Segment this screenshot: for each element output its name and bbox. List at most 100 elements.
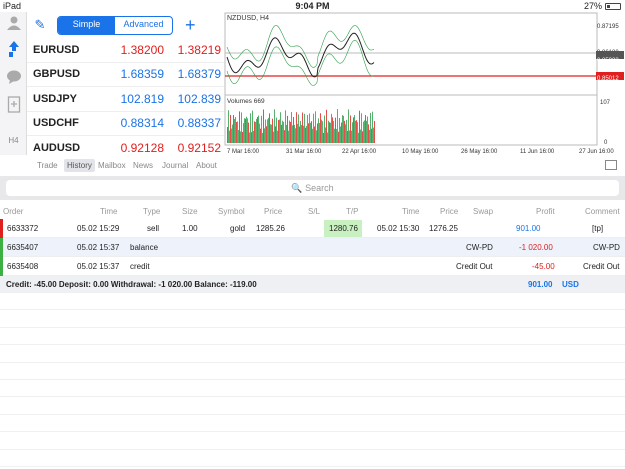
volume-axis-label: 107 — [600, 100, 611, 106]
search-placeholder: Search — [305, 183, 334, 193]
volume-bar — [372, 111, 373, 143]
quote-row[interactable]: GBPUSD 1.68359 1.68379 — [27, 63, 224, 87]
date-axis-label: 11 Jun 16:00 — [520, 149, 555, 155]
tab-news[interactable]: News — [133, 161, 153, 170]
tab-trade[interactable]: Trade — [37, 161, 58, 170]
add-symbol-icon[interactable]: + — [185, 16, 196, 34]
timeframe-label[interactable]: H4 — [0, 136, 27, 145]
cell-size: 1.00 — [182, 224, 198, 233]
volume-bar — [363, 121, 364, 143]
search-input[interactable]: 🔍 Search — [6, 180, 619, 196]
volume-bar — [333, 121, 334, 143]
volume-bar — [320, 113, 321, 143]
search-bar: 🔍 Search — [0, 176, 625, 200]
column-header[interactable]: Time — [402, 207, 419, 216]
volume-bar — [265, 119, 266, 143]
trade-arrows-icon[interactable] — [5, 40, 22, 57]
tab-about[interactable]: About — [196, 161, 217, 170]
column-header[interactable]: Time — [100, 207, 117, 216]
column-header[interactable]: S/L — [308, 207, 320, 216]
quotes-panel: ✎ Simple Advanced + EURUSD 1.38200 1.38219… — [27, 12, 224, 155]
volume-bar — [279, 119, 280, 143]
cell-comment: [tp] — [592, 224, 604, 233]
summary-text: Credit: -45.00 Deposit: 0.00 Withdrawal:… — [6, 280, 257, 289]
column-header[interactable]: Price — [264, 207, 282, 216]
column-header[interactable]: Type — [143, 207, 160, 216]
column-header[interactable]: Profit — [536, 207, 555, 216]
quote-bid: 1.68359 — [120, 67, 164, 82]
volume-bar — [299, 126, 300, 143]
volume-bar — [240, 131, 241, 143]
quote-list: EURUSD 1.38200 1.38219 GBPUSD 1.68359 1.68379… — [27, 38, 224, 155]
price-chart[interactable]: NZDUSD, H4Volumes 6690.871950.861800.859… — [224, 12, 625, 157]
document-icon[interactable] — [5, 96, 22, 113]
volume-bar — [282, 120, 283, 143]
tab-history[interactable]: History — [64, 159, 95, 172]
column-header[interactable]: T/P — [346, 207, 358, 216]
date-axis-label: 26 May 16:00 — [461, 149, 498, 155]
tab-mailbox[interactable]: Mailbox — [98, 161, 126, 170]
volume-bar — [275, 126, 276, 143]
column-header[interactable]: Order — [3, 207, 23, 216]
volume-bar — [359, 110, 360, 143]
column-header[interactable]: Swap — [473, 207, 493, 216]
account-icon[interactable] — [5, 15, 22, 32]
volume-bar — [294, 124, 295, 143]
volume-bar — [296, 112, 297, 143]
volume-bar — [281, 124, 282, 143]
date-axis-label: 31 Mar 16:00 — [286, 149, 322, 155]
advanced-mode-button[interactable]: Advanced — [115, 17, 172, 34]
table-row[interactable]: 6635408 05.02 15:37 credit Credit Out -45.00… — [0, 257, 625, 276]
table-row[interactable]: 6633372 05.02 15:29 sell 1.00 gold 1285.26 128… — [0, 219, 625, 238]
edit-pencil-icon[interactable]: ✎ — [27, 17, 53, 33]
history-table-header: Order Time Type Size Symbol Price S/L T/P Time Pr… — [0, 204, 625, 218]
volume-bar — [271, 124, 272, 143]
volume-bar — [361, 113, 362, 143]
quote-row[interactable]: USDCHF 0.88314 0.88337 — [27, 112, 224, 136]
chart-canvas[interactable]: NZDUSD, H4Volumes 6690.871950.861800.859… — [224, 12, 625, 157]
table-row[interactable]: 6635407 05.02 15:37 balance CW-PD -1 020.00 C… — [0, 238, 625, 257]
quote-row[interactable]: AUDUSD 0.92128 0.92152 — [27, 136, 224, 155]
volume-bar — [369, 129, 370, 143]
volume-bar — [233, 115, 234, 143]
volume-bar — [327, 132, 328, 143]
volume-bar — [231, 128, 232, 143]
cell-type: credit — [130, 262, 150, 271]
volume-bar — [288, 130, 289, 143]
column-header[interactable]: Price — [440, 207, 458, 216]
tab-journal[interactable]: Journal — [162, 161, 188, 170]
cell-comment: CW-PD — [593, 243, 620, 252]
volume-bar — [342, 115, 343, 143]
cell-order: 6633372 — [7, 224, 39, 233]
volume-bar — [259, 123, 260, 143]
volume-bar — [324, 115, 325, 143]
empty-rows — [0, 293, 625, 467]
column-header[interactable]: Comment — [585, 207, 620, 216]
cell-order: 6635408 — [7, 262, 39, 271]
volume-bar — [329, 122, 330, 143]
chat-icon[interactable] — [5, 69, 22, 86]
volume-bar — [364, 120, 365, 143]
layout-icon[interactable] — [605, 160, 617, 170]
cell-time: 05.02 15:29 — [77, 224, 120, 233]
quote-row[interactable]: USDJPY 102.819 102.839 — [27, 87, 224, 112]
cell-swap: Credit Out — [456, 262, 493, 271]
volume-bar — [351, 130, 352, 143]
volume-bar — [235, 117, 236, 143]
quote-bid: 0.92128 — [120, 140, 164, 155]
column-header[interactable]: Symbol — [218, 207, 245, 216]
simple-mode-button[interactable]: Simple — [58, 16, 115, 34]
volume-bar — [366, 120, 367, 143]
volume-bar — [305, 127, 306, 143]
cell-type: sell — [147, 224, 160, 233]
volume-bar — [266, 126, 267, 143]
volume-bar — [249, 132, 250, 143]
volume-bar — [310, 122, 311, 143]
row-marker — [0, 219, 3, 238]
battery-percent: 27% — [583, 1, 602, 11]
column-header[interactable]: Size — [182, 207, 198, 216]
quote-row[interactable]: EURUSD 1.38200 1.38219 — [27, 38, 224, 63]
volume-bar — [347, 130, 348, 143]
volume-bar — [232, 124, 233, 143]
volume-bar — [251, 132, 252, 143]
